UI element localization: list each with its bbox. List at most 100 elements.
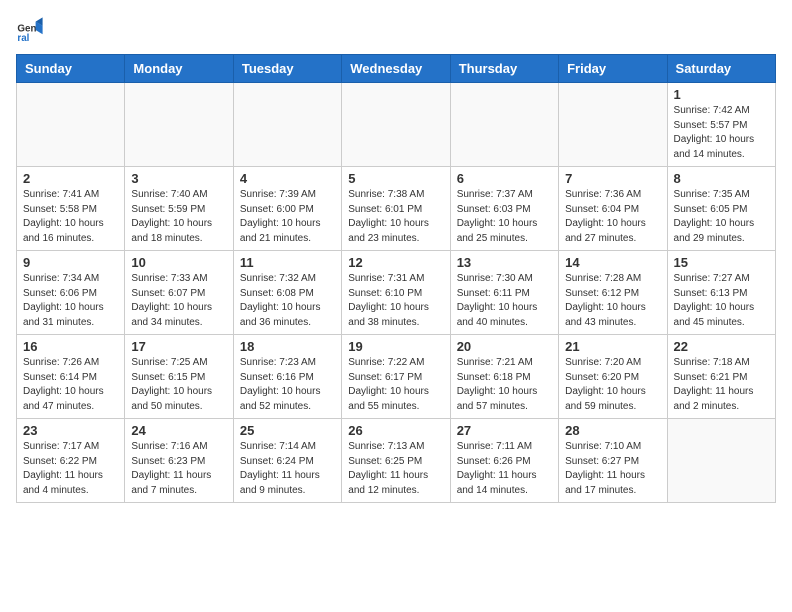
day-info: Sunrise: 7:13 AM Sunset: 6:25 PM Dayligh…	[348, 440, 443, 498]
day-number: 23	[23, 423, 118, 438]
day-info: Sunrise: 7:39 AM Sunset: 6:00 PM Dayligh…	[240, 188, 335, 246]
day-info: Sunrise: 7:20 AM Sunset: 6:20 PM Dayligh…	[565, 356, 660, 414]
calendar-cell: 11 Sunrise: 7:32 AM Sunset: 6:08 PM Dayli…	[233, 251, 341, 335]
calendar-header-monday: Monday	[125, 55, 233, 83]
day-number: 4	[240, 171, 335, 186]
calendar-cell: 12 Sunrise: 7:31 AM Sunset: 6:10 PM Dayli…	[342, 251, 450, 335]
day-info: Sunrise: 7:21 AM Sunset: 6:18 PM Dayligh…	[457, 356, 552, 414]
calendar-cell: 21 Sunrise: 7:20 AM Sunset: 6:20 PM Dayli…	[559, 335, 667, 419]
day-info: Sunrise: 7:40 AM Sunset: 5:59 PM Dayligh…	[131, 188, 226, 246]
day-info: Sunrise: 7:14 AM Sunset: 6:24 PM Dayligh…	[240, 440, 335, 498]
day-number: 13	[457, 255, 552, 270]
day-number: 25	[240, 423, 335, 438]
calendar-cell	[125, 83, 233, 167]
calendar-week-row: 2 Sunrise: 7:41 AM Sunset: 5:58 PM Daylig…	[17, 167, 776, 251]
calendar-cell: 4 Sunrise: 7:39 AM Sunset: 6:00 PM Daylig…	[233, 167, 341, 251]
calendar-cell: 15Sunrise: 7:27 AM Sunset: 6:13 PM Dayli…	[667, 251, 775, 335]
calendar-cell: 20 Sunrise: 7:21 AM Sunset: 6:18 PM Dayli…	[450, 335, 558, 419]
calendar-week-row: 23 Sunrise: 7:17 AM Sunset: 6:22 PM Dayli…	[17, 419, 776, 503]
calendar-week-row: 16Sunrise: 7:26 AM Sunset: 6:14 PM Dayli…	[17, 335, 776, 419]
calendar-header-tuesday: Tuesday	[233, 55, 341, 83]
day-info: Sunrise: 7:10 AM Sunset: 6:27 PM Dayligh…	[565, 440, 660, 498]
page-header: Gene ral	[16, 16, 776, 44]
day-number: 14	[565, 255, 660, 270]
day-number: 17	[131, 339, 226, 354]
calendar-cell: 13 Sunrise: 7:30 AM Sunset: 6:11 PM Dayli…	[450, 251, 558, 335]
day-info: Sunrise: 7:41 AM Sunset: 5:58 PM Dayligh…	[23, 188, 118, 246]
calendar-cell: 28 Sunrise: 7:10 AM Sunset: 6:27 PM Dayli…	[559, 419, 667, 503]
day-info: Sunrise: 7:35 AM Sunset: 6:05 PM Dayligh…	[674, 188, 769, 246]
day-info: Sunrise: 7:16 AM Sunset: 6:23 PM Dayligh…	[131, 440, 226, 498]
day-number: 20	[457, 339, 552, 354]
calendar-cell	[233, 83, 341, 167]
calendar-cell: 2 Sunrise: 7:41 AM Sunset: 5:58 PM Daylig…	[17, 167, 125, 251]
day-info: Sunrise: 7:31 AM Sunset: 6:10 PM Dayligh…	[348, 272, 443, 330]
day-info: Sunrise: 7:26 AM Sunset: 6:14 PM Dayligh…	[23, 356, 118, 414]
day-number: 22	[674, 339, 769, 354]
day-info: Sunrise: 7:25 AM Sunset: 6:15 PM Dayligh…	[131, 356, 226, 414]
calendar-cell: 9Sunrise: 7:34 AM Sunset: 6:06 PM Daylig…	[17, 251, 125, 335]
day-number: 24	[131, 423, 226, 438]
day-number: 2	[23, 171, 118, 186]
day-number: 6	[457, 171, 552, 186]
calendar-cell: 1 Sunrise: 7:42 AM Sunset: 5:57 PM Daylig…	[667, 83, 775, 167]
day-number: 11	[240, 255, 335, 270]
calendar-cell: 24 Sunrise: 7:16 AM Sunset: 6:23 PM Dayli…	[125, 419, 233, 503]
calendar-table: SundayMondayTuesdayWednesdayThursdayFrid…	[16, 54, 776, 503]
logo: Gene ral	[16, 16, 48, 44]
day-number: 26	[348, 423, 443, 438]
day-info: Sunrise: 7:28 AM Sunset: 6:12 PM Dayligh…	[565, 272, 660, 330]
day-info: Sunrise: 7:27 AM Sunset: 6:13 PM Dayligh…	[674, 272, 769, 330]
calendar-cell: 10Sunrise: 7:33 AM Sunset: 6:07 PM Dayli…	[125, 251, 233, 335]
day-number: 27	[457, 423, 552, 438]
day-number: 8	[674, 171, 769, 186]
day-number: 7	[565, 171, 660, 186]
day-number: 12	[348, 255, 443, 270]
day-info: Sunrise: 7:23 AM Sunset: 6:16 PM Dayligh…	[240, 356, 335, 414]
day-info: Sunrise: 7:11 AM Sunset: 6:26 PM Dayligh…	[457, 440, 552, 498]
day-number: 9	[23, 255, 118, 270]
calendar-cell: 8 Sunrise: 7:35 AM Sunset: 6:05 PM Daylig…	[667, 167, 775, 251]
calendar-cell: 26 Sunrise: 7:13 AM Sunset: 6:25 PM Dayli…	[342, 419, 450, 503]
calendar-cell: 17 Sunrise: 7:25 AM Sunset: 6:15 PM Dayli…	[125, 335, 233, 419]
day-info: Sunrise: 7:42 AM Sunset: 5:57 PM Dayligh…	[674, 104, 769, 162]
day-number: 28	[565, 423, 660, 438]
day-info: Sunrise: 7:33 AM Sunset: 6:07 PM Dayligh…	[131, 272, 226, 330]
day-number: 19	[348, 339, 443, 354]
calendar-header-row: SundayMondayTuesdayWednesdayThursdayFrid…	[17, 55, 776, 83]
svg-text:ral: ral	[17, 33, 29, 44]
calendar-week-row: 1 Sunrise: 7:42 AM Sunset: 5:57 PM Daylig…	[17, 83, 776, 167]
day-number: 21	[565, 339, 660, 354]
day-info: Sunrise: 7:36 AM Sunset: 6:04 PM Dayligh…	[565, 188, 660, 246]
calendar-cell: 18 Sunrise: 7:23 AM Sunset: 6:16 PM Dayli…	[233, 335, 341, 419]
day-info: Sunrise: 7:37 AM Sunset: 6:03 PM Dayligh…	[457, 188, 552, 246]
day-info: Sunrise: 7:38 AM Sunset: 6:01 PM Dayligh…	[348, 188, 443, 246]
calendar-cell: 5 Sunrise: 7:38 AM Sunset: 6:01 PM Daylig…	[342, 167, 450, 251]
calendar-week-row: 9Sunrise: 7:34 AM Sunset: 6:06 PM Daylig…	[17, 251, 776, 335]
calendar-cell	[559, 83, 667, 167]
day-info: Sunrise: 7:32 AM Sunset: 6:08 PM Dayligh…	[240, 272, 335, 330]
day-number: 1	[674, 87, 769, 102]
calendar-header-sunday: Sunday	[17, 55, 125, 83]
calendar-cell: 3 Sunrise: 7:40 AM Sunset: 5:59 PM Daylig…	[125, 167, 233, 251]
day-info: Sunrise: 7:17 AM Sunset: 6:22 PM Dayligh…	[23, 440, 118, 498]
calendar-header-saturday: Saturday	[667, 55, 775, 83]
calendar-cell: 6 Sunrise: 7:37 AM Sunset: 6:03 PM Daylig…	[450, 167, 558, 251]
day-info: Sunrise: 7:18 AM Sunset: 6:21 PM Dayligh…	[674, 356, 769, 414]
logo-icon: Gene ral	[16, 16, 44, 44]
calendar-cell	[450, 83, 558, 167]
day-number: 3	[131, 171, 226, 186]
calendar-cell	[342, 83, 450, 167]
calendar-cell: 22 Sunrise: 7:18 AM Sunset: 6:21 PM Dayli…	[667, 335, 775, 419]
calendar-header-friday: Friday	[559, 55, 667, 83]
calendar-cell: 7 Sunrise: 7:36 AM Sunset: 6:04 PM Daylig…	[559, 167, 667, 251]
calendar-cell: 25 Sunrise: 7:14 AM Sunset: 6:24 PM Dayli…	[233, 419, 341, 503]
day-number: 5	[348, 171, 443, 186]
calendar-cell: 14 Sunrise: 7:28 AM Sunset: 6:12 PM Dayli…	[559, 251, 667, 335]
day-number: 18	[240, 339, 335, 354]
calendar-header-thursday: Thursday	[450, 55, 558, 83]
day-info: Sunrise: 7:22 AM Sunset: 6:17 PM Dayligh…	[348, 356, 443, 414]
calendar-header-wednesday: Wednesday	[342, 55, 450, 83]
calendar-cell	[17, 83, 125, 167]
day-info: Sunrise: 7:30 AM Sunset: 6:11 PM Dayligh…	[457, 272, 552, 330]
